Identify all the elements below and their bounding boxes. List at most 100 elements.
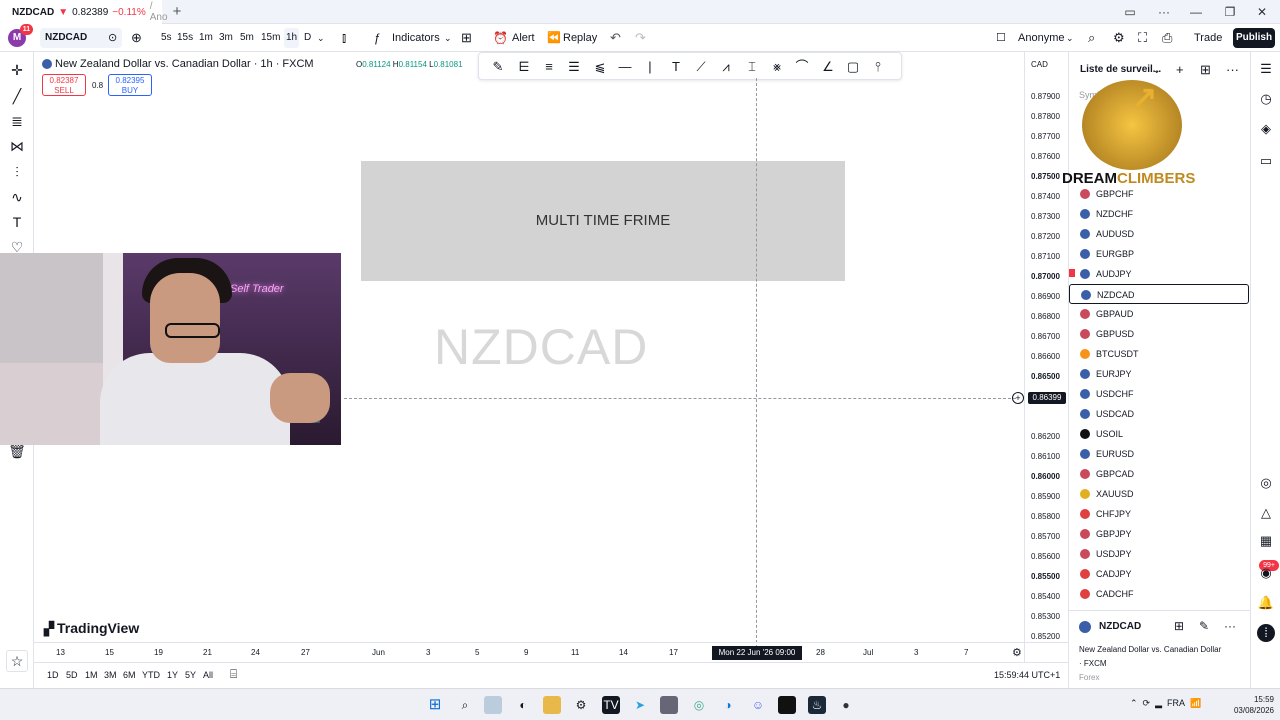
list-item[interactable]: AUDJPY <box>1069 264 1249 284</box>
redo-icon[interactable]: ↷ <box>635 28 646 48</box>
fib-channel-icon[interactable]: ⫹ <box>591 58 609 76</box>
range-6m[interactable]: 6M <box>123 670 136 680</box>
list-item[interactable]: EURUSD <box>1069 444 1249 464</box>
layout-square-icon[interactable]: ☐ <box>996 28 1006 48</box>
range-3m[interactable]: 3M <box>104 670 117 680</box>
currency-label[interactable]: CAD <box>1031 60 1048 69</box>
range-1m[interactable]: 1M <box>85 670 98 680</box>
fib-extension-icon[interactable]: ☰ <box>565 58 583 76</box>
layers-icon[interactable]: ◈ <box>1257 120 1275 138</box>
alerts-clock-icon[interactable]: ◷ <box>1257 90 1275 108</box>
pen-icon[interactable]: ✎ <box>489 58 507 76</box>
task-view-icon[interactable] <box>484 696 502 714</box>
capcut-icon[interactable] <box>778 696 796 714</box>
range-all[interactable]: All <box>203 670 213 680</box>
app-icon[interactable] <box>660 696 678 714</box>
publish-button[interactable]: Publish <box>1233 28 1275 48</box>
settings-gear-icon[interactable]: ⚙ <box>572 696 590 714</box>
add-symbol-icon[interactable]: + <box>1176 62 1184 77</box>
steam-icon[interactable]: ♨ <box>808 696 826 714</box>
cross-lines-icon[interactable]: ⨳ <box>768 58 786 76</box>
trendline-icon[interactable]: ╱ <box>8 87 26 105</box>
file-explorer-icon[interactable] <box>543 696 561 714</box>
templates-icon[interactable]: ⊞ <box>461 28 472 48</box>
compare-add-icon[interactable]: ⊕ <box>131 28 142 48</box>
list-item[interactable]: GBPCAD <box>1069 464 1249 484</box>
chrome-icon[interactable]: ◎ <box>690 696 708 714</box>
snapshot-icon[interactable]: ⎙ <box>1162 28 1172 48</box>
curve-icon[interactable]: ⌒ <box>793 58 811 76</box>
favorites-star-icon[interactable]: ☆ <box>6 650 28 672</box>
angle-icon[interactable]: ∠ <box>819 58 837 76</box>
pattern-icon[interactable]: ⋈ <box>8 137 26 155</box>
chart-clock[interactable]: 15:59:44 UTC+1 <box>994 670 1060 680</box>
interval-15m[interactable]: 15m <box>261 28 280 48</box>
date-range-icon[interactable]: ⌸ <box>230 667 237 682</box>
list-item[interactable]: GBPJPY <box>1069 524 1249 544</box>
vertical-line-icon[interactable]: | <box>641 58 659 76</box>
symbol-favorite-icon[interactable]: ⊙ <box>108 28 117 48</box>
interval-15s[interactable]: 15s <box>177 28 193 48</box>
close-button[interactable]: ✕ <box>1248 2 1276 22</box>
indicators-button[interactable]: Indicators <box>392 28 440 48</box>
list-item[interactable]: CHFJPY <box>1069 504 1249 524</box>
watchlist-layout-icon[interactable]: ⊞ <box>1200 62 1211 78</box>
fib-retracement-icon[interactable]: ≡ <box>540 58 558 76</box>
list-item[interactable]: USDCHF <box>1069 384 1249 404</box>
crosshair-icon[interactable]: ✛ <box>8 61 26 79</box>
taskbar-clock[interactable]: 15:59 03/08/2026 <box>1224 694 1274 716</box>
indicators-chevron-icon[interactable]: ⌄ <box>444 28 452 48</box>
detail-name[interactable]: New Zealand Dollar vs. Canadian Dollar <box>1079 645 1249 654</box>
watchlist-chevron-icon[interactable]: ⌄ <box>1153 65 1161 76</box>
list-item[interactable]: GBPAUD <box>1069 304 1249 324</box>
tradingview-app-icon[interactable]: TV <box>602 696 620 714</box>
horizontal-line-icon[interactable]: — <box>616 58 634 76</box>
target-icon[interactable]: ◎ <box>1257 474 1275 492</box>
fullscreen-icon[interactable]: ⛶ <box>1138 28 1147 48</box>
buy-button[interactable]: 0.82395 BUY <box>108 74 152 96</box>
more-icon[interactable]: ··· <box>1150 2 1178 22</box>
time-axis[interactable]: 13 15 19 21 24 27 Jun 3 5 9 11 14 17 Mon… <box>34 642 1068 662</box>
axis-settings-icon[interactable]: ⚙ <box>1012 646 1022 659</box>
telegram-icon[interactable]: ➤ <box>631 696 649 714</box>
range-1d[interactable]: 1D <box>47 670 59 680</box>
rectangle-icon[interactable]: ▢ <box>844 58 862 76</box>
minimize-button[interactable]: — <box>1182 2 1210 22</box>
candle-type-icon[interactable]: ⫾ <box>342 28 346 48</box>
search-icon[interactable]: ⌕ <box>456 696 474 714</box>
apps-grid-icon[interactable]: ⁞ <box>1257 624 1275 642</box>
undo-icon[interactable]: ↶ <box>610 28 621 48</box>
prediction-icon[interactable]: ⫶ <box>8 163 26 181</box>
brush-icon[interactable]: ∿ <box>8 188 26 206</box>
price-range-icon[interactable]: ⌶ <box>743 58 761 76</box>
pitchfork-icon[interactable]: ⫯ <box>869 58 887 76</box>
list-item[interactable]: BTCUSDT <box>1069 344 1249 364</box>
tradingview-logo[interactable]: ▞ TradingView <box>44 620 139 637</box>
ray-icon[interactable]: ⟋ <box>692 58 710 76</box>
range-1y[interactable]: 1Y <box>167 670 178 680</box>
language-indicator[interactable]: FRA <box>1167 698 1185 708</box>
ideas-icon[interactable]: △ <box>1257 504 1275 522</box>
detail-symbol[interactable]: NZDCAD <box>1099 621 1141 632</box>
detail-edit-icon[interactable]: ✎ <box>1199 619 1209 633</box>
list-item[interactable]: CADJPY <box>1069 564 1249 584</box>
list-item[interactable]: USDCAD <box>1069 404 1249 424</box>
windows-start-icon[interactable]: ⊞ <box>426 696 444 714</box>
interval-chevron-icon[interactable]: ⌄ <box>317 28 325 48</box>
maximize-button[interactable]: ❐ <box>1216 2 1244 22</box>
streams-icon[interactable]: ◉ <box>1257 564 1275 582</box>
chart-title[interactable]: New Zealand Dollar vs. Canadian Dollar ·… <box>55 58 314 70</box>
watchlist-icon[interactable]: ☰ <box>1257 60 1275 78</box>
list-item[interactable]: NZDCHF <box>1069 204 1249 224</box>
list-item[interactable]: EURJPY <box>1069 364 1249 384</box>
watchlist-title[interactable]: Liste de surveil... <box>1080 64 1161 75</box>
interval-5m[interactable]: 5m <box>240 28 254 48</box>
browser-tab[interactable]: NZDCAD ▼ 0.82389 −0.11% / Ano <box>0 0 168 24</box>
list-item[interactable]: EURGBP <box>1069 244 1249 264</box>
range-5d[interactable]: 5D <box>66 670 78 680</box>
list-item[interactable]: XAUUSD <box>1069 484 1249 504</box>
avatar[interactable]: M 11 <box>8 24 33 47</box>
calendar-icon[interactable]: ▦ <box>1257 532 1275 550</box>
parallel-channel-icon[interactable]: ⋿ <box>515 58 533 76</box>
edge-icon[interactable]: ◐ <box>514 696 532 714</box>
